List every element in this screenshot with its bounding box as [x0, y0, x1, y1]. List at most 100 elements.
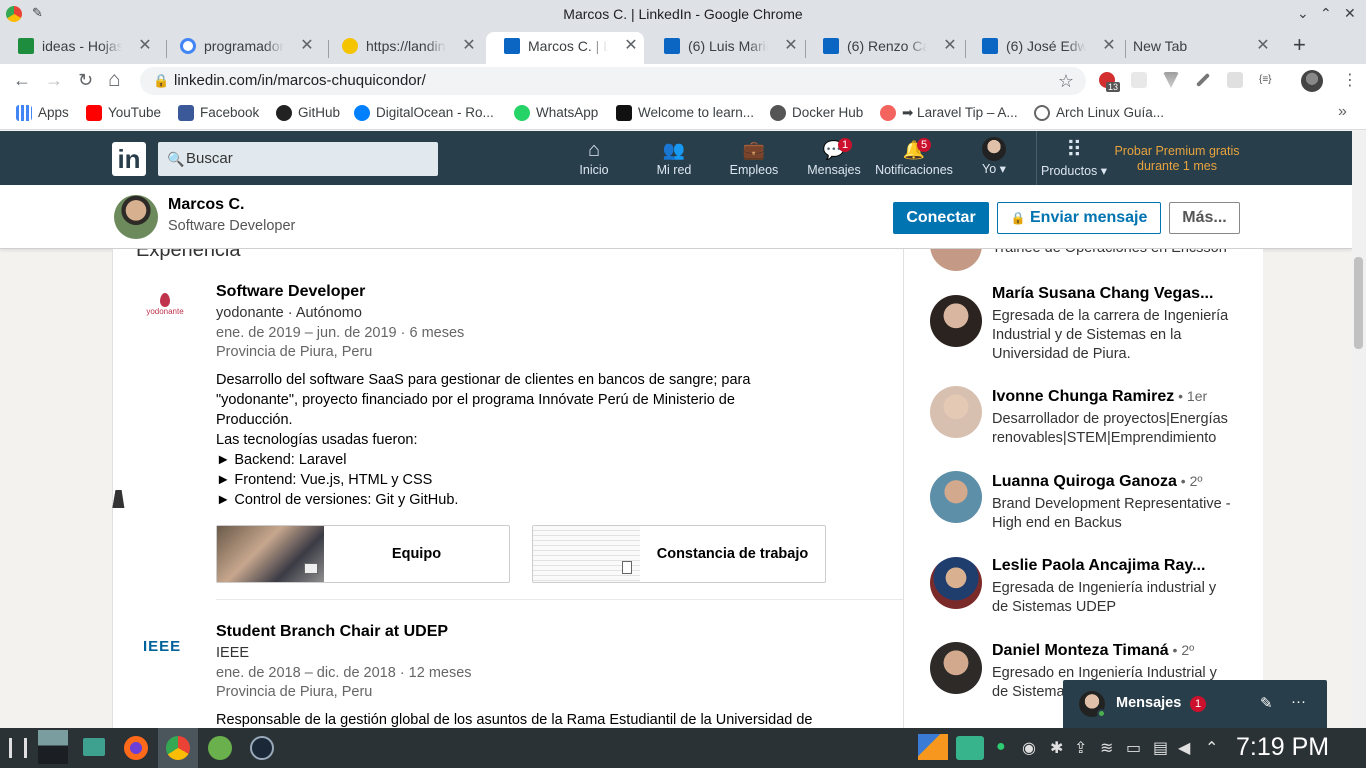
tab-linkedin-marcos[interactable]: Marcos C. | Link ✕	[486, 32, 644, 64]
profile-avatar[interactable]	[114, 195, 158, 239]
volume-icon[interactable]: ◀	[1178, 738, 1190, 758]
java-icon[interactable]	[1131, 72, 1147, 88]
nav-inicio[interactable]: ⌂ Inicio	[554, 137, 634, 177]
person-avatar[interactable]	[930, 642, 982, 694]
tray-expand-icon[interactable]: ⌃	[1205, 738, 1218, 758]
bookmark-whatsapp[interactable]: WhatsApp	[514, 105, 598, 121]
tab-close-icon[interactable]: ✕	[298, 32, 316, 60]
json-viewer-icon[interactable]: {≡}	[1259, 74, 1272, 90]
person-avatar[interactable]	[930, 249, 982, 271]
steam-icon[interactable]	[250, 736, 274, 760]
ieee-logo[interactable]: IEEE	[143, 638, 181, 655]
bookmark-facebook[interactable]: Facebook	[178, 105, 259, 121]
chrome-taskbar-icon[interactable]	[166, 736, 190, 760]
maximize-button[interactable]: ⌃	[1320, 5, 1332, 22]
tab-linkedin-jose[interactable]: (6) José Edwin Fl ✕	[964, 32, 1122, 64]
search-input[interactable]: 🔍 Buscar	[158, 142, 438, 176]
bookmark-laravel-tip[interactable]: ➡ Laravel Tip – A...	[880, 105, 1018, 121]
compose-icon[interactable]: ✎	[1260, 694, 1273, 712]
wifi-icon[interactable]: ≋	[1100, 738, 1113, 758]
tab-close-icon[interactable]: ✕	[622, 32, 640, 60]
job-title[interactable]: Software Developer	[216, 283, 365, 301]
nav-productos[interactable]: ⠿ Productos ▾	[1034, 137, 1114, 178]
tab-close-icon[interactable]: ✕	[1254, 32, 1272, 60]
tab-google-search[interactable]: programador p ✕	[162, 32, 320, 64]
colorpicker-icon[interactable]	[1195, 72, 1211, 88]
bookmark-learn[interactable]: Welcome to learn...	[616, 105, 754, 121]
tab-close-icon[interactable]: ✕	[941, 32, 959, 60]
tab-sheets[interactable]: ideas - Hojas de ✕	[0, 32, 158, 64]
tray-storage-icon[interactable]	[956, 736, 984, 760]
clock[interactable]: 7:19 PM	[1236, 733, 1329, 762]
bluetooth-icon[interactable]: ✱	[1050, 738, 1063, 758]
person-name[interactable]: Leslie Paola Ancajima Ray...	[992, 557, 1205, 575]
close-window-button[interactable]: ✕	[1344, 5, 1356, 22]
bookmark-github[interactable]: GitHub	[276, 105, 340, 121]
media-constancia[interactable]: Constancia de trabajo	[532, 525, 826, 583]
person-name[interactable]: Daniel Monteza Timaná • 2º	[992, 642, 1194, 660]
bookmark-arch-linux[interactable]: Arch Linux Guía...	[1034, 105, 1164, 121]
more-button[interactable]: Más...	[1169, 202, 1240, 234]
tab-linkedin-renzo[interactable]: (6) Renzo Castill ✕	[805, 32, 963, 64]
clipboard-icon[interactable]: ▤	[1153, 738, 1168, 758]
bookmarks-overflow-button[interactable]: »	[1338, 103, 1347, 121]
job-title[interactable]: Student Branch Chair at UDEP	[216, 623, 448, 641]
messaging-panel[interactable]: Mensajes 1 ✎ ···	[1063, 680, 1327, 728]
vuejs-devtools-icon[interactable]	[1163, 72, 1179, 88]
nav-mensajes[interactable]: 💬 1 Mensajes	[794, 137, 874, 177]
bookmark-star-icon[interactable]: ☆	[1058, 67, 1074, 95]
bookmark-digitalocean[interactable]: DigitalOcean - Ro...	[354, 105, 494, 121]
tab-close-icon[interactable]: ✕	[1100, 32, 1118, 60]
updates-icon[interactable]: ⇪	[1074, 738, 1087, 758]
person-name[interactable]: María Susana Chang Vegas...	[992, 285, 1213, 303]
extension-grid-icon[interactable]	[1227, 72, 1243, 88]
back-button[interactable]: ←	[13, 70, 31, 91]
send-message-button[interactable]: 🔒 Enviar mensaje	[997, 202, 1161, 234]
person-avatar[interactable]	[930, 386, 982, 438]
nav-notificaciones[interactable]: 🔔 5 Notificaciones	[870, 137, 958, 177]
app-launcher-icon[interactable]	[9, 738, 27, 758]
person-name[interactable]: Ivonne Chunga Ramirez • 1er	[992, 388, 1207, 406]
person-name[interactable]: Luanna Quiroga Ganoza • 2º	[992, 473, 1203, 491]
reload-button[interactable]: ↻	[78, 70, 93, 91]
more-options-icon[interactable]: ···	[1291, 693, 1306, 710]
tray-update-icon[interactable]: ●	[996, 738, 1006, 756]
bookmark-apps[interactable]: Apps	[16, 105, 69, 121]
bookmark-youtube[interactable]: YouTube	[86, 105, 161, 121]
home-button[interactable]: ⌂	[108, 68, 121, 92]
tab-new-tab[interactable]: New Tab ✕	[1124, 32, 1276, 64]
download-manager-icon[interactable]	[208, 736, 232, 760]
tray-app-icon[interactable]	[918, 734, 948, 760]
tab-close-icon[interactable]: ✕	[136, 32, 154, 60]
workspace-preview[interactable]	[38, 730, 68, 764]
connect-button[interactable]: Conectar	[893, 202, 989, 234]
person-avatar[interactable]	[930, 471, 982, 523]
tray-steam-icon[interactable]: ◉	[1022, 738, 1036, 758]
bookmark-docker-hub[interactable]: Docker Hub	[770, 105, 863, 121]
files-icon[interactable]	[83, 738, 105, 756]
person-avatar[interactable]	[930, 295, 982, 347]
company-logo[interactable]: yodonante	[141, 293, 189, 323]
tab-close-icon[interactable]: ✕	[460, 32, 478, 60]
address-bar[interactable]: 🔒 linkedin.com/in/marcos-chuquicondor/ ☆	[140, 67, 1086, 95]
nav-yo[interactable]: Yo ▾	[954, 137, 1034, 176]
tab-linkedin-luis[interactable]: (6) Luis Mario Pe ✕	[646, 32, 804, 64]
firefox-icon[interactable]	[124, 736, 148, 760]
tab-close-icon[interactable]: ✕	[782, 32, 800, 60]
tab-landing[interactable]: https://landing. ✕	[324, 32, 482, 64]
page-scrollbar-thumb[interactable]	[1354, 257, 1363, 349]
nav-mi-red[interactable]: 👥 Mi red	[634, 137, 714, 177]
battery-icon[interactable]: ▭	[1126, 738, 1141, 758]
forward-button[interactable]: →	[45, 70, 63, 91]
page-scrollbar[interactable]	[1352, 131, 1366, 728]
profile-avatar-icon[interactable]	[1301, 70, 1323, 92]
chrome-menu-icon[interactable]: ⋮	[1342, 70, 1358, 90]
person-avatar[interactable]	[930, 557, 982, 609]
minimize-button[interactable]: ⌄	[1297, 5, 1309, 22]
new-tab-button[interactable]: +	[1293, 32, 1306, 58]
lock-icon[interactable]: 🔒	[153, 67, 169, 95]
nav-empleos[interactable]: 💼 Empleos	[714, 137, 794, 177]
linkedin-logo[interactable]: in	[112, 142, 146, 176]
media-equipo[interactable]: Equipo	[216, 525, 510, 583]
premium-link[interactable]: Probar Premium gratis durante 1 mes	[1112, 144, 1242, 174]
